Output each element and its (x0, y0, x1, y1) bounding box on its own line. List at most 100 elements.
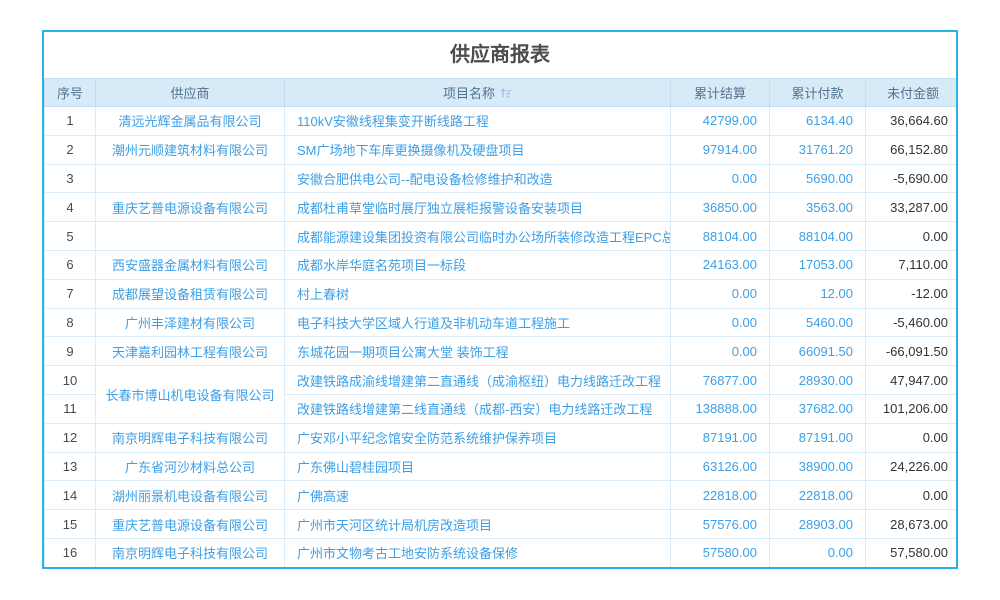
settled-amount-cell: 0.00 (671, 164, 770, 193)
paid-amount-cell: 88104.00 (770, 222, 866, 251)
table-row: 14湖州丽景机电设备有限公司广佛高速22818.0022818.000.00 (45, 481, 959, 510)
paid-amount-cell: 5690.00 (770, 164, 866, 193)
unpaid-amount-cell: -12.00 (866, 279, 959, 308)
settled-amount-cell: 0.00 (671, 279, 770, 308)
column-header-supplier: 供应商 (96, 79, 285, 107)
unpaid-amount-cell: 47,947.00 (866, 366, 959, 395)
row-index-cell: 5 (45, 222, 96, 251)
paid-amount-cell: 38900.00 (770, 452, 866, 481)
settled-amount-cell: 36850.00 (671, 193, 770, 222)
project-name-cell: SM广场地下车库更换摄像机及硬盘项目 (285, 135, 671, 164)
paid-amount-cell: 6134.40 (770, 107, 866, 136)
settled-amount-cell: 24163.00 (671, 250, 770, 279)
unpaid-amount-cell: 7,110.00 (866, 250, 959, 279)
supplier-cell: 南京明辉电子科技有限公司 (96, 538, 285, 567)
project-name-cell: 成都能源建设集团投资有限公司临时办公场所装修改造工程EPC总承包 (285, 222, 671, 251)
paid-amount-cell: 0.00 (770, 538, 866, 567)
project-name-cell: 村上春树 (285, 279, 671, 308)
settled-amount-cell: 97914.00 (671, 135, 770, 164)
paid-amount-cell: 12.00 (770, 279, 866, 308)
row-index-cell: 11 (45, 394, 96, 423)
supplier-cell: 西安盛器金属材料有限公司 (96, 250, 285, 279)
table-row: 4重庆艺普电源设备有限公司成都杜甫草堂临时展厅独立展柜报警设备安装项目36850… (45, 193, 959, 222)
unpaid-amount-cell: 36,664.60 (866, 107, 959, 136)
table-row: 15重庆艺普电源设备有限公司广州市天河区统计局机房改造项目57576.00289… (45, 510, 959, 539)
unpaid-amount-cell: -66,091.50 (866, 337, 959, 366)
supplier-cell (96, 164, 285, 193)
settled-amount-cell: 138888.00 (671, 394, 770, 423)
column-header-project-label: 项目名称 (443, 86, 495, 101)
paid-amount-cell: 66091.50 (770, 337, 866, 366)
row-index-cell: 9 (45, 337, 96, 366)
unpaid-amount-cell: -5,460.00 (866, 308, 959, 337)
paid-amount-cell: 31761.20 (770, 135, 866, 164)
settled-amount-cell: 22818.00 (671, 481, 770, 510)
supplier-cell: 潮州元顺建筑材料有限公司 (96, 135, 285, 164)
table-header-row: 序号 供应商 项目名称 累计结算 累计付款 未付金额 (45, 79, 959, 107)
project-name-cell: 广安邓小平纪念馆安全防范系统维护保养项目 (285, 423, 671, 452)
row-index-cell: 8 (45, 308, 96, 337)
project-name-cell: 改建铁路线增建第二线直通线（成都-西安）电力线路迁改工程 (285, 394, 671, 423)
settled-amount-cell: 0.00 (671, 308, 770, 337)
paid-amount-cell: 87191.00 (770, 423, 866, 452)
row-index-cell: 13 (45, 452, 96, 481)
project-name-cell: 安徽合肥供电公司--配电设备检修维护和改造 (285, 164, 671, 193)
row-index-cell: 16 (45, 538, 96, 567)
settled-amount-cell: 76877.00 (671, 366, 770, 395)
project-name-cell: 成都杜甫草堂临时展厅独立展柜报警设备安装项目 (285, 193, 671, 222)
supplier-cell: 长春市博山机电设备有限公司 (96, 366, 285, 424)
supplier-cell: 湖州丽景机电设备有限公司 (96, 481, 285, 510)
table-body: 1清远光辉金属品有限公司110kV安徽线程集变开断线路工程42799.00613… (45, 107, 959, 568)
project-name-cell: 电子科技大学区域人行道及非机动车道工程施工 (285, 308, 671, 337)
column-header-paid: 累计付款 (770, 79, 866, 107)
unpaid-amount-cell: 57,580.00 (866, 538, 959, 567)
table-row: 9天津嘉利园林工程有限公司东城花园一期项目公寓大堂 装饰工程0.0066091.… (45, 337, 959, 366)
supplier-cell: 南京明辉电子科技有限公司 (96, 423, 285, 452)
paid-amount-cell: 5460.00 (770, 308, 866, 337)
project-name-cell: 广东佛山碧桂园项目 (285, 452, 671, 481)
unpaid-amount-cell: 0.00 (866, 222, 959, 251)
supplier-cell: 广州丰泽建材有限公司 (96, 308, 285, 337)
unpaid-amount-cell: 33,287.00 (866, 193, 959, 222)
supplier-cell: 广东省河沙材料总公司 (96, 452, 285, 481)
supplier-cell: 重庆艺普电源设备有限公司 (96, 193, 285, 222)
project-name-cell: 110kV安徽线程集变开断线路工程 (285, 107, 671, 136)
project-name-cell: 广州市天河区统计局机房改造项目 (285, 510, 671, 539)
column-header-no: 序号 (45, 79, 96, 107)
paid-amount-cell: 28930.00 (770, 366, 866, 395)
paid-amount-cell: 28903.00 (770, 510, 866, 539)
paid-amount-cell: 17053.00 (770, 250, 866, 279)
project-name-cell: 广州市文物考古工地安防系统设备保修 (285, 538, 671, 567)
settled-amount-cell: 0.00 (671, 337, 770, 366)
settled-amount-cell: 87191.00 (671, 423, 770, 452)
paid-amount-cell: 3563.00 (770, 193, 866, 222)
row-index-cell: 12 (45, 423, 96, 452)
row-index-cell: 14 (45, 481, 96, 510)
unpaid-amount-cell: 28,673.00 (866, 510, 959, 539)
row-index-cell: 2 (45, 135, 96, 164)
settled-amount-cell: 63126.00 (671, 452, 770, 481)
table-row: 5 成都能源建设集团投资有限公司临时办公场所装修改造工程EPC总承包 88104.0… (45, 222, 959, 251)
table-row: 2潮州元顺建筑材料有限公司SM广场地下车库更换摄像机及硬盘项目97914.003… (45, 135, 959, 164)
table-row: 3安徽合肥供电公司--配电设备检修维护和改造0.005690.00-5,690.… (45, 164, 959, 193)
unpaid-amount-cell: 0.00 (866, 423, 959, 452)
supplier-cell (96, 222, 285, 251)
unpaid-amount-cell: 101,206.00 (866, 394, 959, 423)
column-header-unpaid: 未付金额 (866, 79, 959, 107)
supplier-cell: 重庆艺普电源设备有限公司 (96, 510, 285, 539)
supplier-report-table: 序号 供应商 项目名称 累计结算 累计付款 未付金额 1清远光辉金属品有限公司1… (44, 78, 958, 568)
sort-ascending-icon[interactable] (500, 87, 512, 102)
column-header-project[interactable]: 项目名称 (285, 79, 671, 107)
table-row: 10长春市博山机电设备有限公司改建铁路成渝线增建第二直通线（成渝枢纽）电力线路迁… (45, 366, 959, 395)
paid-amount-cell: 22818.00 (770, 481, 866, 510)
settled-amount-cell: 57576.00 (671, 510, 770, 539)
column-header-settled: 累计结算 (671, 79, 770, 107)
unpaid-amount-cell: 66,152.80 (866, 135, 959, 164)
project-name-cell: 成都水岸华庭名苑项目一标段 (285, 250, 671, 279)
row-index-cell: 10 (45, 366, 96, 395)
table-row: 1清远光辉金属品有限公司110kV安徽线程集变开断线路工程42799.00613… (45, 107, 959, 136)
page-title: 供应商报表 (44, 32, 956, 78)
project-name-cell: 广佛高速 (285, 481, 671, 510)
paid-amount-cell: 37682.00 (770, 394, 866, 423)
table-row: 13广东省河沙材料总公司广东佛山碧桂园项目63126.0038900.0024,… (45, 452, 959, 481)
